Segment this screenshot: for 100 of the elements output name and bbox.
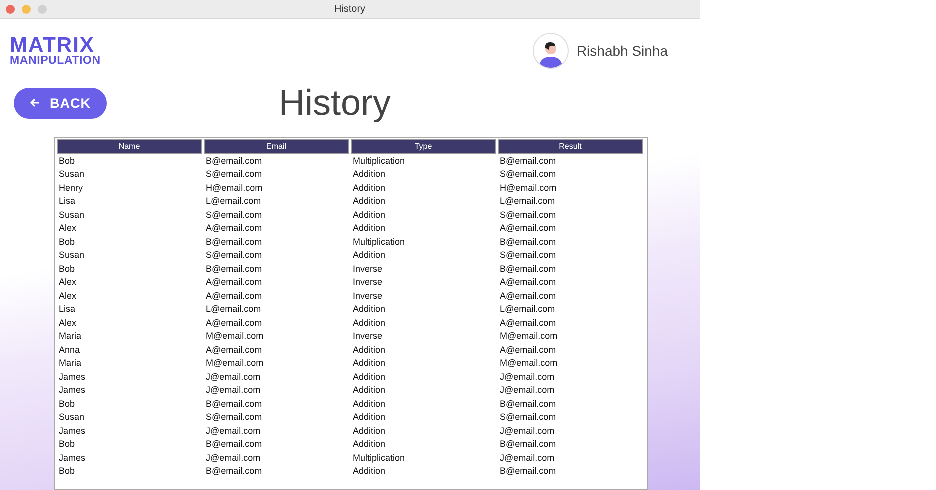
table-cell-text: L@email.com xyxy=(499,303,556,316)
table-cell-text: J@email.com xyxy=(499,384,556,397)
table-cell-text: Multiplication xyxy=(352,236,406,248)
table-cell-text: Alex xyxy=(58,222,78,235)
table-cell-text: M@email.com xyxy=(499,357,559,370)
table-cell-text: M@email.com xyxy=(205,357,265,370)
column-header[interactable]: Email xyxy=(204,139,349,154)
table-cell-text: M@email.com xyxy=(205,330,265,343)
table-cell-text: B@email.com xyxy=(499,236,558,248)
arrow-left-icon xyxy=(30,98,40,108)
table-cell-text: Addition xyxy=(352,208,387,222)
table-cell-text: James xyxy=(58,384,87,397)
table-cell-text: H@email.com xyxy=(499,182,558,194)
user-name: Rishabh Sinha xyxy=(576,43,668,59)
table-cell-text: Anna xyxy=(58,344,82,356)
table-cell-text: J@email.com xyxy=(205,424,262,438)
table-cell-text: S@email.com xyxy=(499,411,558,424)
table-cell-text: Addition xyxy=(352,182,387,194)
table-cell-text: Addition xyxy=(352,357,387,370)
table-cell-text: J@email.com xyxy=(205,370,262,384)
table-cell-text: Bob xyxy=(58,398,76,410)
table-cell-text: Susan xyxy=(58,249,86,262)
table-cell-text: S@email.com xyxy=(205,249,264,262)
table-cell-text: Susan xyxy=(58,411,86,424)
table-cell-text: Addition xyxy=(352,316,387,330)
table-cell-text: Inverse xyxy=(352,262,384,276)
table-cell-text: Addition xyxy=(352,398,387,410)
table-cell-text: S@email.com xyxy=(499,249,558,262)
table-cell-text: Susan xyxy=(58,208,86,222)
table-cell-text: A@email.com xyxy=(205,222,264,235)
table-cell-text: Inverse xyxy=(352,330,384,343)
table-cell-text: Addition xyxy=(352,370,387,384)
table-cell-text: Addition xyxy=(352,411,387,424)
avatar-icon xyxy=(532,33,569,69)
table-cell-text: L@email.com xyxy=(205,195,262,208)
table-cell-text: Susan xyxy=(58,168,86,181)
table-cell-text: Addition xyxy=(352,424,387,438)
logo-subtitle: MANIPULATION xyxy=(10,56,101,68)
column-header[interactable]: Type xyxy=(351,139,496,154)
table-cell-text: S@email.com xyxy=(499,168,558,181)
logo-title: MATRIX xyxy=(10,34,95,56)
table-cell-text: Addition xyxy=(352,384,387,397)
table-cell-text: Addition xyxy=(352,195,387,208)
table-cell-text: Bob xyxy=(58,236,76,248)
column-header[interactable]: Name xyxy=(57,139,202,154)
table-cell-text: Addition xyxy=(352,465,387,478)
table-cell-text: Addition xyxy=(352,344,387,356)
table-cell-text: A@email.com xyxy=(205,290,264,302)
table-cell-text: Addition xyxy=(352,222,387,235)
table-cell-text: B@email.com xyxy=(205,236,264,248)
table-cell-text: Alex xyxy=(58,290,78,302)
table-cell-text: B@email.com xyxy=(499,465,558,478)
table-cell-text: B@email.com xyxy=(205,465,264,478)
table-cell-text: Multiplication xyxy=(352,154,406,168)
zoom-button[interactable] xyxy=(38,4,47,14)
table-cell-text: Lisa xyxy=(58,195,77,208)
table-cell-text: A@email.com xyxy=(499,344,558,356)
window-title: History xyxy=(334,4,366,14)
table-cell-text: J@email.com xyxy=(499,370,556,384)
table-cell-text: A@email.com xyxy=(205,316,264,330)
table-cell-text: Addition xyxy=(352,168,387,181)
table-cell-text: Addition xyxy=(352,303,387,316)
table-cell-text: Addition xyxy=(352,249,387,262)
table-cell-text: B@email.com xyxy=(205,262,264,276)
table-cell-text: Henry xyxy=(58,182,84,194)
table-cell-text: James xyxy=(58,452,87,464)
table-cell-text: S@email.com xyxy=(499,208,558,222)
table-cell-text: A@email.com xyxy=(205,344,264,356)
table-cell-text: A@email.com xyxy=(205,276,264,289)
table-cell-text: Bob xyxy=(58,154,76,168)
page-heading: History xyxy=(279,82,392,124)
table-cell-text: Addition xyxy=(352,438,387,451)
table-cell-text: Inverse xyxy=(352,290,384,302)
table-cell-text: H@email.com xyxy=(205,182,264,194)
table-cell-text: J@email.com xyxy=(205,452,262,464)
table-cell-text: L@email.com xyxy=(499,195,556,208)
table-cell-text: James xyxy=(58,424,87,438)
table-cell-text: B@email.com xyxy=(205,154,264,168)
table-cell-text: A@email.com xyxy=(499,276,558,289)
table-cell-text: B@email.com xyxy=(205,398,264,410)
table-cell-text: B@email.com xyxy=(499,438,558,451)
table-cell-text: Bob xyxy=(58,465,76,478)
table-cell-text: S@email.com xyxy=(205,411,264,424)
table-cell-text: B@email.com xyxy=(499,398,558,410)
table-cell-text: Bob xyxy=(58,262,76,276)
column-header[interactable]: Result xyxy=(498,139,643,154)
table-cell-text: S@email.com xyxy=(205,208,264,222)
table-cell-text: B@email.com xyxy=(205,438,264,451)
table-cell-text: A@email.com xyxy=(499,316,558,330)
table-cell-text: Lisa xyxy=(58,303,77,316)
table-cell-text: A@email.com xyxy=(499,222,558,235)
minimize-button[interactable] xyxy=(22,4,31,14)
table-cell-text: B@email.com xyxy=(499,154,558,168)
table-cell-text: Maria xyxy=(58,330,83,343)
table-cell-text: Alex xyxy=(58,276,78,289)
table-cell-text: B@email.com xyxy=(499,262,558,276)
back-button[interactable]: BACK xyxy=(14,88,107,118)
close-button[interactable] xyxy=(6,4,15,14)
table-cell-text: Maria xyxy=(58,357,83,370)
table-cell-text: L@email.com xyxy=(205,303,262,316)
